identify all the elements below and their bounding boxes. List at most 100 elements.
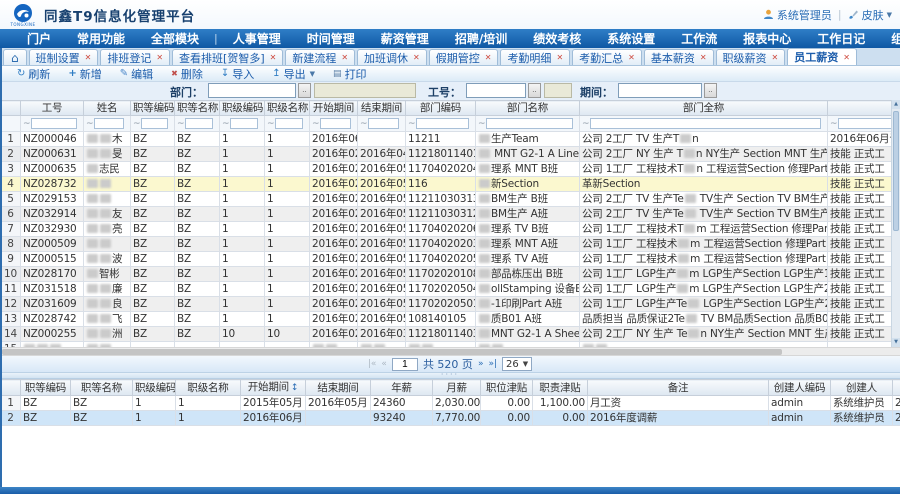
column-filter-input[interactable] bbox=[230, 118, 258, 129]
column-filter-input[interactable] bbox=[185, 118, 213, 129]
table-row[interactable]: 3NZ000635志民BZBZ112016年02月2016年05月1170402… bbox=[1, 162, 900, 177]
column-header[interactable]: 创建人 bbox=[831, 380, 893, 396]
last-page-button[interactable]: »| bbox=[488, 359, 497, 369]
column-header[interactable]: 姓名 bbox=[84, 101, 131, 116]
table-row[interactable]: 8NZ000509BZBZ112016年02月2016年05月117040202… bbox=[1, 237, 900, 252]
column-header[interactable]: 开始期间↕ bbox=[241, 380, 306, 396]
close-icon[interactable]: ✕ bbox=[270, 53, 277, 62]
menu-item[interactable]: 工作流 bbox=[668, 30, 730, 47]
menu-item[interactable]: 时间管理 bbox=[294, 30, 368, 47]
close-icon[interactable]: ✕ bbox=[341, 53, 348, 62]
table-row[interactable]: 13NZ028742飞BZBZ112016年02月2016年05月1081401… bbox=[1, 312, 900, 327]
first-page-button[interactable]: |« bbox=[368, 359, 377, 369]
skin-menu[interactable]: 皮肤 ▼ bbox=[848, 7, 892, 23]
vertical-scrollbar[interactable]: ▲ ▼ bbox=[891, 100, 900, 347]
horizontal-scrollbar[interactable] bbox=[0, 347, 900, 356]
menu-item[interactable]: 工作日记 bbox=[804, 30, 878, 47]
column-header[interactable]: 部门全称 bbox=[580, 101, 828, 116]
menu-item[interactable]: 常用功能 bbox=[64, 30, 138, 47]
column-header[interactable]: 备注 bbox=[588, 380, 769, 396]
column-filter-input[interactable] bbox=[320, 118, 351, 129]
refresh-button[interactable]: ↻刷新 bbox=[8, 66, 59, 82]
page-size-select[interactable]: 26 ▼ bbox=[502, 357, 532, 371]
column-filter-input[interactable] bbox=[141, 118, 168, 129]
column-header[interactable]: 结束期间 bbox=[306, 380, 371, 396]
print-button[interactable]: ▤打印 bbox=[324, 66, 376, 82]
tab-新建流程[interactable]: 新建流程✕ bbox=[285, 49, 355, 65]
table-row[interactable]: 10NZ028170智彬BZBZ112016年02月2016年05月117020… bbox=[1, 267, 900, 282]
column-header[interactable]: 部门名称 bbox=[476, 101, 580, 116]
close-icon[interactable]: ✕ bbox=[413, 53, 420, 62]
menu-item[interactable]: 全部模块 bbox=[138, 30, 212, 47]
close-icon[interactable]: ✕ bbox=[843, 53, 850, 62]
emp-filter-input[interactable] bbox=[466, 83, 526, 98]
table-row[interactable]: 12NZ031609良BZBZ112016年02月2016年05月1170202… bbox=[1, 297, 900, 312]
period-filter-input[interactable] bbox=[618, 83, 702, 98]
menu-item[interactable]: 报表中心 bbox=[730, 30, 804, 47]
column-filter-input[interactable] bbox=[590, 118, 821, 129]
column-header[interactable]: 职等名称 bbox=[175, 101, 220, 116]
delete-button[interactable]: ✖删除 bbox=[162, 66, 212, 82]
add-button[interactable]: +新增 bbox=[59, 66, 110, 82]
table-row[interactable]: 14NZ000255洲BZBZ10102016年02月2016年03月11218… bbox=[1, 327, 900, 342]
tab-基本薪资[interactable]: 基本薪资✕ bbox=[644, 49, 714, 65]
table-row[interactable]: 1NZ000046木BZBZ112016年06月11211生产Team公司 2工… bbox=[1, 132, 900, 147]
tab-职级薪资[interactable]: 职级薪资✕ bbox=[716, 49, 786, 65]
column-header[interactable]: 职级名称 bbox=[176, 380, 241, 396]
column-filter-input[interactable] bbox=[838, 118, 894, 129]
close-icon[interactable]: ✕ bbox=[85, 53, 92, 62]
table-row[interactable]: 5NZ029153BZBZ112016年02月2016年05月112110303… bbox=[1, 192, 900, 207]
column-header[interactable]: 工号 bbox=[21, 101, 84, 116]
column-header[interactable]: 部门编码 bbox=[406, 101, 476, 116]
scroll-thumb[interactable] bbox=[2, 349, 782, 355]
column-header[interactable]: 职级编码 bbox=[133, 380, 176, 396]
close-icon[interactable]: ✕ bbox=[700, 53, 707, 62]
edit-button[interactable]: ✎编辑 bbox=[111, 66, 162, 82]
column-header[interactable]: 职位津贴 bbox=[481, 380, 533, 396]
column-filter-input[interactable] bbox=[368, 118, 399, 129]
period-lookup-button[interactable]: ‥ bbox=[704, 83, 717, 98]
table-row[interactable]: 2NZ000631旻BZBZ112016年02月2016年04月11218011… bbox=[1, 147, 900, 162]
column-filter-input[interactable] bbox=[31, 118, 77, 129]
scroll-thumb[interactable] bbox=[893, 111, 899, 231]
emp-lookup-button[interactable]: ‥ bbox=[528, 83, 541, 98]
column-filter-input[interactable] bbox=[94, 118, 124, 129]
menu-item[interactable]: 组织管理 bbox=[878, 30, 900, 47]
tab-假期管控[interactable]: 假期管控✕ bbox=[429, 49, 499, 65]
menu-item[interactable]: 门户 bbox=[14, 30, 64, 47]
prev-page-button[interactable]: « bbox=[381, 359, 387, 369]
tab-班制设置[interactable]: 班制设置✕ bbox=[29, 49, 99, 65]
close-icon[interactable]: ✕ bbox=[628, 53, 635, 62]
dept-lookup-button[interactable]: ‥ bbox=[298, 83, 311, 98]
tab-加班调休[interactable]: 加班调休✕ bbox=[357, 49, 427, 65]
scroll-up-icon[interactable]: ▲ bbox=[892, 100, 900, 109]
menu-item[interactable]: 人事管理 bbox=[220, 30, 294, 47]
column-header[interactable]: 开始期间 bbox=[310, 101, 358, 116]
column-header[interactable]: 结束期间 bbox=[358, 101, 406, 116]
column-header[interactable]: 职责津贴 bbox=[533, 380, 588, 396]
tab-员工薪资[interactable]: 员工薪资✕ bbox=[787, 48, 857, 65]
column-header[interactable]: 职等编码 bbox=[131, 101, 175, 116]
dept-filter-input[interactable] bbox=[208, 83, 296, 98]
close-icon[interactable]: ✕ bbox=[556, 53, 563, 62]
menu-item[interactable]: 薪资管理 bbox=[368, 30, 442, 47]
column-header[interactable]: 职等名称 bbox=[71, 380, 133, 396]
column-filter-input[interactable] bbox=[275, 118, 303, 129]
column-filter-input[interactable] bbox=[486, 118, 573, 129]
tab-排班登记[interactable]: 排班登记✕ bbox=[100, 49, 170, 65]
table-row[interactable]: 2BZBZ112016年06月932407,770.000.000.002016… bbox=[1, 411, 900, 426]
export-button[interactable]: ↥导出▼ bbox=[263, 66, 324, 82]
column-header[interactable]: 职等编码 bbox=[21, 380, 71, 396]
import-button[interactable]: ↧导入 bbox=[212, 66, 263, 82]
column-header[interactable]: 创建人编码 bbox=[769, 380, 831, 396]
table-row[interactable]: 1BZBZ112015年05月2016年05月243602,030.000.00… bbox=[1, 396, 900, 411]
close-icon[interactable]: ✕ bbox=[772, 53, 779, 62]
next-page-button[interactable]: » bbox=[478, 359, 484, 369]
current-user[interactable]: 系统管理员 bbox=[763, 7, 832, 23]
menu-item[interactable]: 系统设置 bbox=[594, 30, 668, 47]
menu-item[interactable]: 绩效考核 bbox=[520, 30, 594, 47]
tab-考勤明细[interactable]: 考勤明细✕ bbox=[500, 49, 570, 65]
column-header[interactable]: 月薪 bbox=[433, 380, 481, 396]
column-filter-input[interactable] bbox=[416, 118, 469, 129]
home-tab[interactable]: ⌂ bbox=[3, 49, 27, 65]
